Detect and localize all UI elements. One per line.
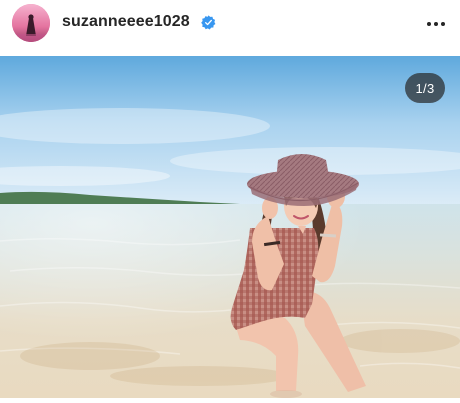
more-options-button[interactable] [424, 12, 448, 36]
carousel-counter-badge: 1/3 [405, 73, 445, 103]
beach-photo-image [0, 56, 460, 398]
user-avatar[interactable] [12, 4, 50, 42]
verified-badge-icon [201, 15, 216, 30]
post-photo[interactable] [0, 56, 460, 398]
post-header: suzanneeee1028 [0, 0, 460, 48]
more-horizontal-icon [427, 22, 445, 26]
username[interactable]: suzanneeee1028 [62, 13, 190, 31]
instagram-post: suzanneeee1028 1/3 [0, 0, 460, 403]
avatar-image [12, 4, 50, 42]
post-bottom-edge [0, 398, 460, 403]
